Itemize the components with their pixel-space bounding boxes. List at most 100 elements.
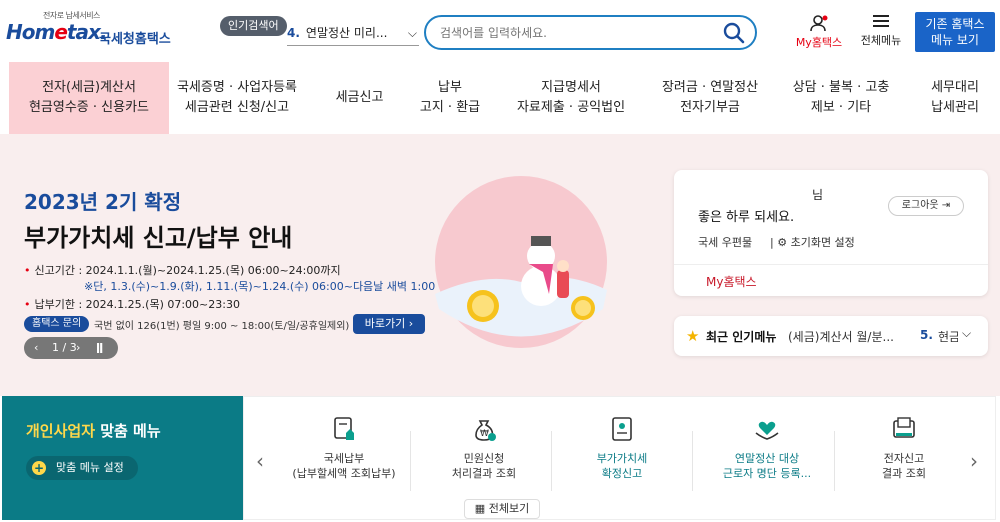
logout-button[interactable]: 로그아웃 ⇥ (888, 196, 964, 216)
nav-label-1: 세금신고 (335, 90, 384, 105)
divider (692, 431, 693, 491)
nav-tax-agent[interactable]: 세무대리 납세관리 (915, 62, 995, 134)
hamburger-icon (873, 15, 889, 27)
pause-icon[interactable]: ǁ (96, 337, 103, 359)
search-input[interactable] (440, 23, 710, 43)
nav-payment[interactable]: 납부고지 · 환급 (410, 62, 490, 134)
contact-text: 국번 없이 126(1번) 평일 9:00 ~ 18:00(토/일/공휴일제외) (94, 321, 350, 332)
nav-label-2: 세금관련 신청/신고 (184, 100, 290, 115)
header: 전자로 납세서비스 Hometax. 국세청홈택스 인기검색어 4. 연말정산 미… (0, 0, 1000, 62)
banner-title-2: 부가가치세 신고/납부 안내 (24, 224, 293, 252)
nav-label-1: 장려금 · 연말정산 (661, 80, 759, 95)
nav-label-1: 상담 · 불복 · 고충 (792, 80, 890, 95)
user-icon (810, 15, 828, 32)
svg-text:₩: ₩ (480, 429, 489, 439)
vat-report-icon (612, 417, 632, 441)
quick-menu: ‹ 국세납부 (납부할세액 조회납부) ₩ 민원신청 처리결과 조회 부가가치세… (243, 396, 996, 520)
all-menu-label: 전체메뉴 (860, 34, 902, 47)
popular-search-badge: 인기검색어 (220, 16, 287, 36)
divider (410, 431, 411, 491)
go-button[interactable]: 바로가기 › (353, 314, 425, 334)
chevron-right-icon[interactable]: › (970, 449, 978, 473)
e-filing-icon (893, 417, 915, 438)
chevron-down-icon[interactable]: ⌵ (962, 326, 971, 341)
popular-menu-rank: 5. (920, 328, 933, 342)
biz-menu-setting-button[interactable]: + 맞춤 메뉴 설정 (26, 456, 138, 480)
heart-hands-icon (755, 421, 779, 440)
nav-label-2: 전자기부금 (680, 100, 740, 115)
nav-tax-report[interactable]: 세금신고 (322, 62, 397, 134)
old-menu-button[interactable]: 기존 홈택스 메뉴 보기 (915, 12, 995, 52)
user-name-suffix: 님 (812, 188, 824, 202)
view-all-button[interactable]: ▦ 전체보기 (464, 499, 540, 519)
nav-certificate[interactable]: 국세증명 · 사업자등록세금관련 신청/신고 (172, 62, 302, 134)
main-nav: 전자(세금)계산서현금영수증 · 신용카드 국세증명 · 사업자등록세금관련 신… (0, 62, 1000, 134)
hometax-logo[interactable]: 전자로 납세서비스 Hometax. 국세청홈택스 (6, 10, 176, 50)
nav-label-2: 자료제출 · 공익법인 (516, 100, 626, 115)
quick-label-1: 부가가치세 (596, 452, 648, 465)
logo-brand: Hometax. (6, 20, 107, 44)
prev-icon[interactable]: ‹ (34, 337, 38, 359)
nav-label-1: 국세증명 · 사업자등록 (176, 80, 298, 95)
banner-period-text: 신고기간 : 2024.1.1.(월)~2024.1.25.(목) 06:00~… (34, 264, 341, 277)
chevron-left-icon[interactable]: ‹ (256, 449, 264, 473)
nav-payment-statement[interactable]: 지급명세서 자료제출 · 공익법인 (506, 62, 636, 134)
nav-label-2: 고지 · 환급 (419, 100, 481, 115)
banner-deadline-text: 납부기한 : 2024.1.25.(목) 07:00~23:30 (34, 298, 240, 311)
chevron-down-icon: ⌵ (407, 26, 417, 40)
next-icon[interactable]: › (76, 337, 80, 359)
popular-search-text: 연말정산 미리... (305, 26, 388, 40)
nav-consultation[interactable]: 상담 · 불복 · 고충 제보 · 기타 (782, 62, 900, 134)
quick-item[interactable]: ₩ 민원신청 처리결과 조회 (424, 415, 544, 505)
my-hometax-label: My홈택스 (795, 36, 843, 49)
init-setting-link[interactable]: | ⚙ 초기화면 설정 (770, 234, 855, 250)
banner-title-1: 2023년 2기 확정 (24, 190, 182, 214)
quick-item[interactable]: 국세납부 (납부할세액 조회납부) (284, 415, 404, 505)
popular-menu-item[interactable]: (세금)계산서 월/분... (788, 328, 906, 345)
divider (674, 264, 988, 265)
quick-item[interactable]: 전자신고 결과 조회 (844, 415, 964, 505)
biz-menu-panel: 개인사업자 맞춤 메뉴 + 맞춤 메뉴 설정 (2, 396, 243, 520)
search-box (424, 15, 757, 50)
popular-menu-item-2[interactable]: 현금 (938, 328, 958, 345)
search-icon[interactable] (723, 22, 745, 44)
quick-label-2: 확정신고 (601, 467, 643, 480)
nav-label-2: 현금영수증 · 신용카드 (28, 100, 150, 115)
nav-label-1: 세무대리 (931, 80, 979, 95)
quick-label-2: (납부할세액 조회납부) (292, 467, 396, 480)
quick-item[interactable]: 부가가치세 확정신고 (562, 415, 682, 505)
quick-label-2: 근로자 명단 등록... (722, 467, 812, 480)
init-setting-label: 초기화면 설정 (790, 236, 855, 249)
nav-incentive[interactable]: 장려금 · 연말정산전자기부금 (655, 62, 765, 134)
divider (551, 431, 552, 491)
banner-deadline: • 납부기한 : 2024.1.25.(목) 07:00~23:30 (24, 298, 240, 311)
go-button-label: 바로가기 (364, 317, 406, 330)
nav-e-invoice[interactable]: 전자(세금)계산서현금영수증 · 신용카드 (9, 62, 169, 134)
login-box: 님 좋은 하루 되세요. 로그아웃 ⇥ 국세 우편물 | ⚙ 초기화면 설정 M… (674, 170, 988, 296)
nav-label-1: 납부 (438, 80, 462, 95)
old-menu-label-1: 기존 홈택스 (925, 17, 985, 31)
all-menu-button[interactable]: 전체메뉴 (856, 14, 906, 54)
logo-korean: 국세청홈택스 (99, 32, 171, 47)
money-bag-icon: ₩ (475, 420, 496, 441)
quick-item[interactable]: 연말정산 대상 근로자 명단 등록... (702, 415, 832, 505)
biz-setting-label: 맞춤 메뉴 설정 (56, 461, 124, 474)
quick-label-2: 결과 조회 (882, 467, 926, 480)
banner-period-note: ※단, 1.3.(수)~1.9.(화), 1.11.(목)~1.24.(수) 0… (84, 280, 436, 293)
logout-icon: ⇥ (941, 200, 951, 211)
popular-search-rank: 4. (287, 26, 300, 40)
main-banner: 2023년 2기 확정 부가가치세 신고/납부 안내 • 신고기간 : 2024.… (0, 134, 1000, 396)
tax-payment-icon (334, 417, 354, 440)
popular-menu-title: 최근 인기메뉴 (706, 330, 777, 344)
contact-badge: 홈택스 문의 (24, 316, 90, 332)
my-hometax-button[interactable]: My홈택스 (790, 14, 848, 54)
nav-label-1: 전자(세금)계산서 (42, 80, 136, 95)
biz-title-highlight: 개인사업자 (26, 422, 96, 440)
popular-search-select[interactable]: 4. 연말정산 미리... ⌵ (287, 22, 419, 46)
quick-label-2: 처리결과 조회 (451, 467, 517, 480)
greeting: 좋은 하루 되세요. (698, 210, 795, 225)
my-hometax-link[interactable]: My홈택스 (706, 273, 757, 290)
snowman-illustration (435, 176, 607, 348)
quick-label-1: 국세납부 (323, 452, 365, 465)
tax-mailbox-link[interactable]: 국세 우편물 (698, 234, 752, 250)
